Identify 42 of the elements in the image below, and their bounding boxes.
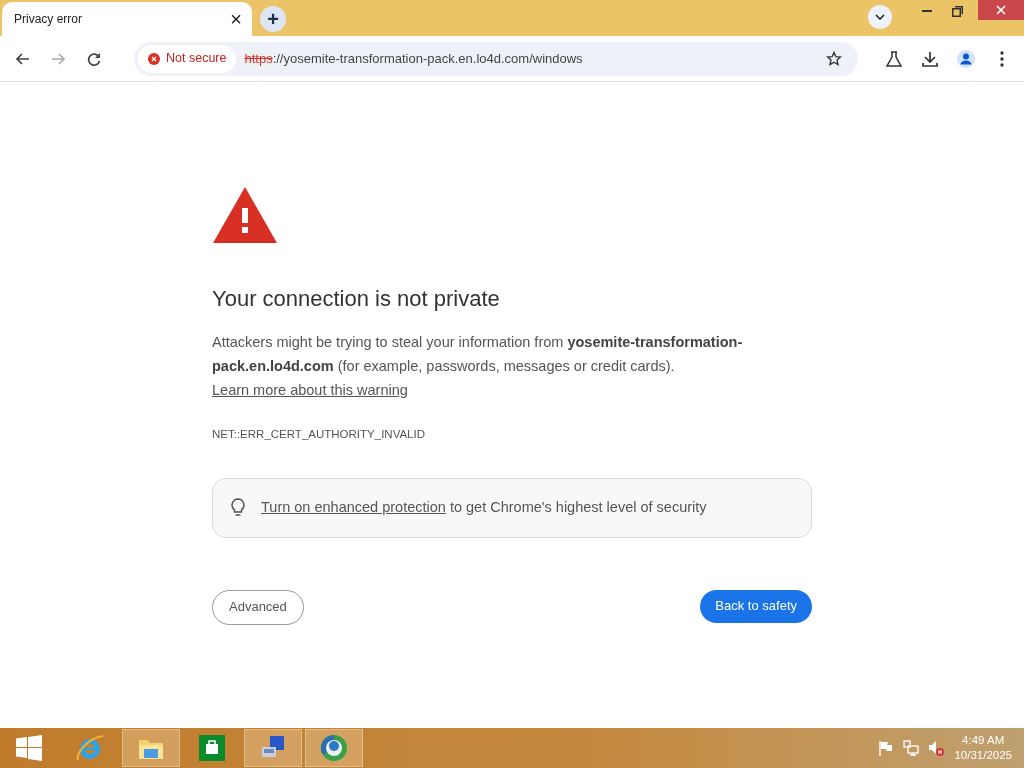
error-code: NET::ERR_CERT_AUTHORITY_INVALID bbox=[212, 427, 426, 443]
learn-more-link[interactable]: Learn more about this warning bbox=[212, 382, 408, 399]
browser-tab[interactable]: Privacy error × bbox=[2, 2, 252, 36]
warning-paragraph: Attackers might be trying to steal your information from yosemite-transformation-pack.en.lo4d.com (for example, passwords, messages or credit cards). Learn more about this warning bbox=[212, 333, 744, 401]
url-text: https://yosemite-transformation-pack.en.lo4d.com/windows bbox=[244, 49, 584, 68]
flag-icon[interactable] bbox=[878, 740, 895, 756]
new-tab-button[interactable]: + bbox=[260, 6, 286, 32]
taskbar-app-button[interactable] bbox=[122, 729, 180, 767]
windows-logo-icon bbox=[16, 735, 42, 761]
taskbar-app-button[interactable] bbox=[305, 729, 363, 767]
close-window-button[interactable] bbox=[978, 0, 1024, 20]
security-chip[interactable]: Not secure bbox=[138, 44, 237, 73]
taskbar-app-button[interactable] bbox=[244, 729, 302, 767]
flask-icon bbox=[885, 50, 903, 67]
protection-text: Turn on enhanced protection to get Chrome's highest level of security bbox=[261, 497, 707, 517]
reload-icon bbox=[87, 51, 101, 66]
download-icon bbox=[922, 50, 938, 67]
back-arrow-icon bbox=[14, 51, 30, 66]
chevron-down-icon bbox=[875, 14, 885, 20]
muted-speaker-icon[interactable] bbox=[928, 740, 945, 756]
warning-icon bbox=[212, 186, 278, 244]
star-icon bbox=[826, 50, 842, 67]
page-heading: Your connection is not private bbox=[212, 286, 501, 313]
shopping-bag-icon bbox=[197, 733, 227, 763]
kebab-menu-icon bbox=[1000, 50, 1004, 67]
network-icon[interactable] bbox=[903, 740, 920, 756]
tab-title: Privacy error bbox=[14, 11, 83, 28]
lightbulb-icon bbox=[231, 497, 245, 518]
back-to-safety-button[interactable]: Back to safety bbox=[700, 589, 812, 623]
minimize-icon bbox=[922, 10, 932, 12]
browser-icon bbox=[319, 733, 349, 763]
close-tab-button[interactable]: × bbox=[230, 9, 242, 29]
close-icon bbox=[996, 5, 1006, 15]
tab-search-button[interactable] bbox=[868, 5, 892, 29]
restore-icon bbox=[951, 5, 963, 17]
enhanced-protection-link[interactable]: Turn on enhanced protection bbox=[261, 498, 446, 515]
browser-e-icon bbox=[75, 733, 105, 763]
address-bar[interactable]: Not secure https://yosemite-transformation-pack.en.lo4d.com/windows bbox=[134, 41, 858, 76]
advanced-button[interactable]: Advanced bbox=[212, 589, 304, 625]
error-icon bbox=[148, 52, 160, 65]
person-icon bbox=[957, 49, 975, 68]
forward-arrow-icon bbox=[50, 51, 66, 66]
